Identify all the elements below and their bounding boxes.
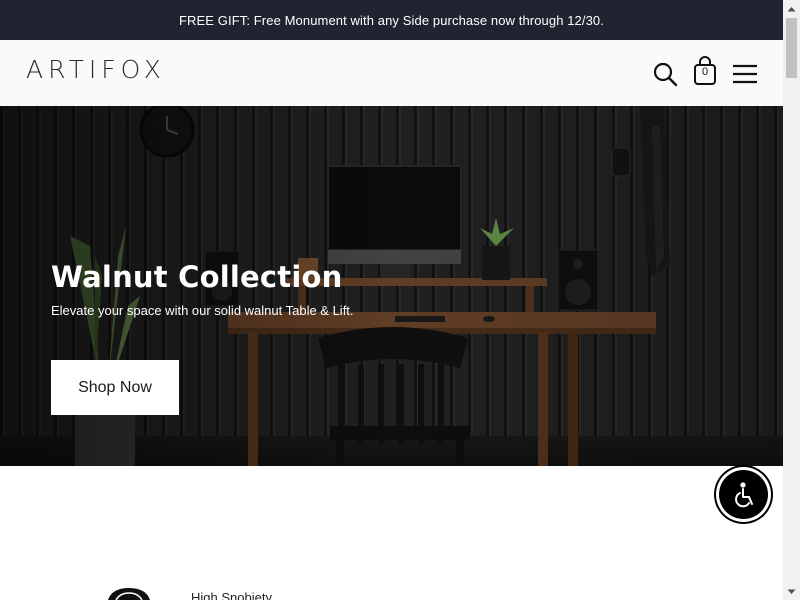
- scroll-down-arrow-icon[interactable]: [783, 583, 800, 600]
- site-logo[interactable]: ARTIFOX: [26, 55, 166, 84]
- scrollbar-thumb[interactable]: [786, 18, 797, 78]
- hero-banner: Walnut Collection Elevate your space wit…: [0, 106, 783, 466]
- hero-subtitle: Elevate your space with our solid walnut…: [51, 303, 354, 318]
- search-icon[interactable]: [651, 60, 679, 88]
- announcement-text[interactable]: FREE GIFT: Free Monument with any Side p…: [179, 13, 604, 28]
- menu-icon[interactable]: [731, 60, 759, 88]
- press-logo-icon: [108, 588, 150, 600]
- accessibility-icon: [734, 481, 753, 507]
- scroll-up-arrow-icon[interactable]: [783, 0, 800, 17]
- announcement-bar[interactable]: FREE GIFT: Free Monument with any Side p…: [0, 0, 783, 40]
- press-name: High Snobiety: [191, 590, 272, 600]
- page: FREE GIFT: Free Monument with any Side p…: [0, 0, 783, 600]
- cart-count-badge: 0: [701, 66, 709, 78]
- site-header: ARTIFOX 0: [0, 40, 783, 107]
- accessibility-button[interactable]: [719, 470, 768, 519]
- cart-icon[interactable]: 0: [691, 56, 719, 85]
- page-scrollbar[interactable]: [783, 0, 800, 600]
- shop-now-button[interactable]: Shop Now: [51, 360, 179, 415]
- hero-title: Walnut Collection: [51, 260, 343, 294]
